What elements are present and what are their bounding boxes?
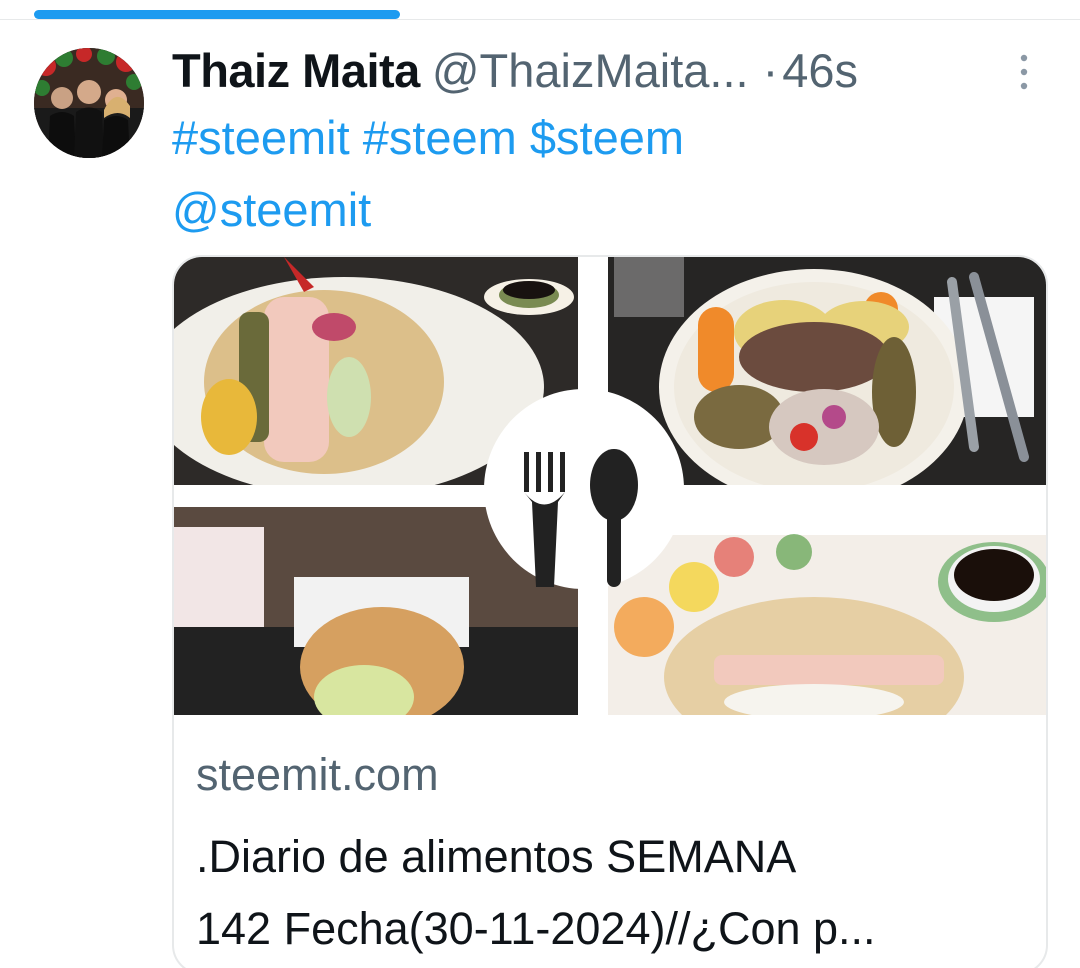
card-domain: steemit.com — [196, 749, 439, 800]
fork-spoon-icon — [484, 389, 684, 589]
card-image[interactable] — [174, 257, 1048, 715]
tweet-header: Thaiz Maita @ThaizMaita... · 46s — [172, 40, 858, 100]
card-title[interactable]: .Diario de alimentos SEMANA 142 Fecha(30… — [196, 821, 1036, 965]
mention-steemit[interactable]: @steemit — [172, 183, 371, 236]
user-handle[interactable]: @ThaizMaita... — [432, 43, 749, 98]
timestamp[interactable]: 46s — [782, 43, 858, 98]
avatar[interactable] — [34, 48, 144, 158]
profile-photo-icon — [34, 48, 144, 158]
hashtag-steemit[interactable]: #steemit — [172, 111, 350, 164]
display-name[interactable]: Thaiz Maita — [172, 43, 420, 98]
food-photo-pita — [608, 534, 1046, 715]
loading-progress-track — [0, 0, 1080, 20]
card-title-line2: 142 Fecha(30-11-2024)//¿Con p... — [196, 903, 876, 954]
card-meta: steemit.com .Diario de alimentos SEMANA … — [196, 747, 1036, 965]
link-card[interactable]: steemit.com .Diario de alimentos SEMANA … — [172, 255, 1048, 968]
more-vertical-icon[interactable] — [1014, 52, 1034, 92]
cashtag-steem[interactable]: $steem — [530, 111, 684, 164]
tweet-text: #steemit #steem $steem @steemit — [172, 102, 1032, 246]
loading-progress-bar — [34, 10, 400, 19]
separator-dot: · — [762, 43, 779, 97]
card-title-line1: .Diario de alimentos SEMANA — [196, 831, 797, 882]
hashtag-steem[interactable]: #steem — [363, 111, 517, 164]
